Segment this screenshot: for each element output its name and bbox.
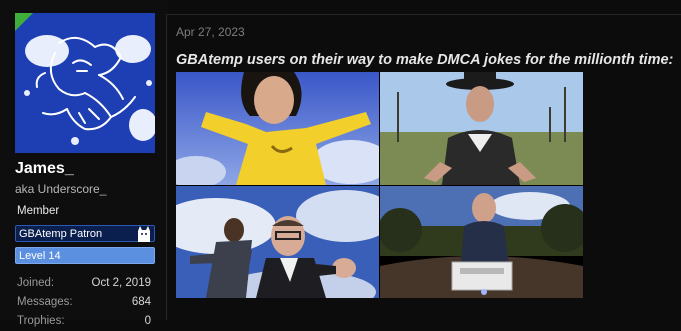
stat-trophies-label: Trophies: bbox=[17, 315, 65, 327]
gif-panel-hat-man bbox=[380, 72, 583, 185]
cat-icon bbox=[138, 226, 150, 242]
user-role: Member bbox=[17, 205, 60, 217]
stat-trophies-value: 0 bbox=[144, 315, 151, 327]
gif-panel-pizza-man bbox=[380, 186, 583, 298]
stat-messages-label: Messages: bbox=[17, 296, 73, 308]
stat-joined-value: Oct 2, 2019 bbox=[91, 277, 151, 289]
patron-banner: GBAtemp Patron bbox=[15, 225, 155, 242]
stat-messages: Messages: 684 bbox=[17, 296, 151, 312]
stat-messages-value: 684 bbox=[131, 296, 151, 308]
username-link[interactable]: James_ bbox=[15, 160, 74, 178]
user-custom-title: aka Underscore_ bbox=[15, 182, 107, 196]
avatar-illustration bbox=[15, 13, 155, 153]
stat-trophies: Trophies: 0 bbox=[17, 315, 151, 331]
gif-panel-flying-duo bbox=[176, 186, 379, 298]
post-gif-image[interactable] bbox=[176, 72, 583, 298]
user-avatar[interactable] bbox=[15, 13, 155, 153]
stat-joined-label: Joined: bbox=[17, 277, 55, 289]
level-banner-label: Level 14 bbox=[19, 250, 61, 262]
stat-joined: Joined: Oct 2, 2019 bbox=[17, 277, 151, 293]
user-sidebar: James_ aka Underscore_ Member GBAtemp Pa… bbox=[0, 0, 168, 327]
patron-banner-label: GBAtemp Patron bbox=[19, 228, 103, 240]
gif-panel-yellow-shirt bbox=[176, 72, 379, 185]
post-divider bbox=[166, 14, 167, 320]
post-body-text: GBAtemp users on their way to make DMCA … bbox=[176, 52, 674, 68]
post-top-border bbox=[166, 14, 681, 15]
post-date-link[interactable]: Apr 27, 2023 bbox=[176, 25, 245, 39]
level-banner: Level 14 bbox=[15, 247, 155, 264]
